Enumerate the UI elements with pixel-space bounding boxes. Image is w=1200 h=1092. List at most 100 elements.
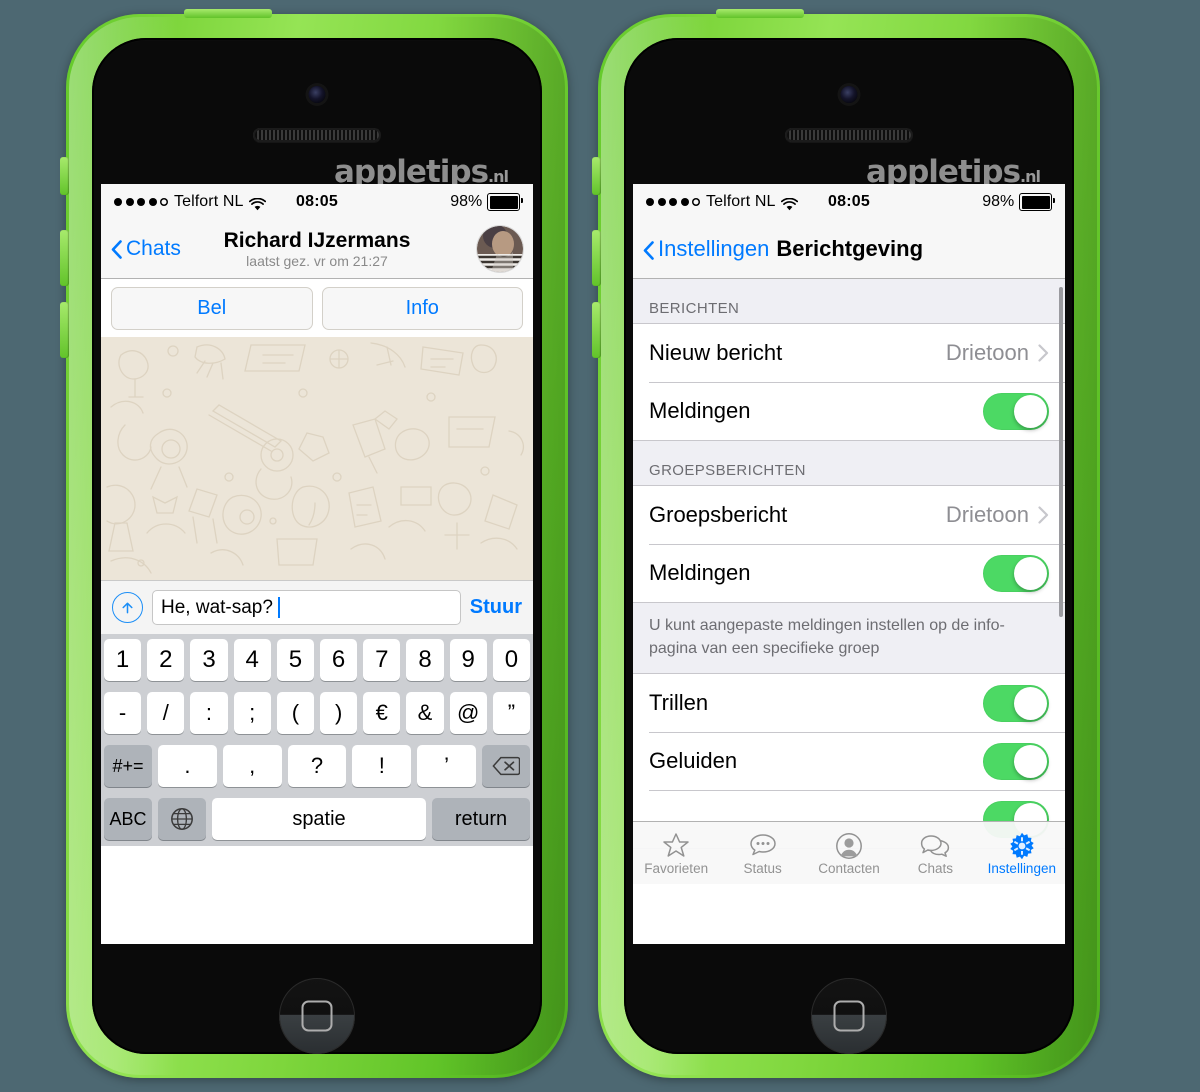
home-button-right[interactable]	[811, 978, 887, 1054]
iphone-left-chat: appletips.nl Telfort NL 08:05 98% Chats …	[60, 9, 568, 1078]
key-slash[interactable]: /	[147, 692, 185, 734]
mute-switch-right[interactable]	[592, 157, 601, 195]
front-camera-icon	[308, 86, 326, 103]
tab-favorieten[interactable]: Favorieten	[633, 831, 719, 876]
key-4[interactable]: 4	[233, 639, 271, 681]
key-1[interactable]: 1	[103, 639, 142, 681]
key-abc[interactable]: ABC	[104, 798, 152, 840]
clock-label: 08:05	[828, 193, 870, 210]
volume-down-button-right[interactable]	[592, 302, 601, 358]
key-0[interactable]: 0	[492, 639, 531, 681]
row-trillen[interactable]: Trillen	[633, 674, 1065, 732]
iphone-right-settings: appletips.nl Telfort NL 08:05 98% Instel…	[592, 9, 1100, 1078]
volume-up-button-left[interactable]	[60, 230, 69, 286]
phone-face-right: appletips.nl Telfort NL 08:05 98% Instel…	[624, 38, 1074, 1054]
row-meldingen-berichten[interactable]: Meldingen	[633, 382, 1065, 440]
key-semicolon[interactable]: ;	[233, 692, 271, 734]
chevron-right-icon	[1038, 344, 1049, 362]
key-return[interactable]: return	[432, 798, 530, 840]
row-nieuw-bericht[interactable]: Nieuw bericht Drietoon	[633, 324, 1065, 382]
info-button[interactable]: Info	[321, 287, 523, 330]
call-button[interactable]: Bel	[111, 287, 313, 330]
row-geluiden[interactable]: Geluiden	[633, 732, 1065, 790]
key-9[interactable]: 9	[449, 639, 487, 681]
toggle-meldingen-groepen[interactable]	[983, 554, 1049, 592]
carrier-label: Telfort NL	[174, 193, 244, 210]
power-button-left[interactable]	[184, 9, 272, 18]
chats-bubbles-icon	[892, 831, 978, 861]
key-space[interactable]: spatie	[212, 798, 426, 840]
tab-instellingen[interactable]: Instellingen	[979, 831, 1065, 876]
row-label: Meldingen	[649, 560, 751, 585]
back-to-settings-button[interactable]: Instellingen	[643, 236, 769, 262]
vertical-scrollbar[interactable]	[1059, 287, 1063, 617]
signal-strength-icon	[646, 198, 700, 206]
power-button-right[interactable]	[716, 9, 804, 18]
status-right-group: 98%	[450, 193, 523, 211]
chat-action-bar: Bel Info	[101, 279, 533, 337]
gear-icon	[979, 831, 1065, 861]
key-ampersand[interactable]: &	[406, 692, 444, 734]
message-input-bar: He, wat-sap? Stuur	[101, 580, 533, 634]
key-symbols-toggle[interactable]: #+=	[104, 745, 152, 787]
backspace-icon[interactable]	[481, 745, 530, 787]
section-berichten: Nieuw bericht Drietoon Meldingen	[633, 323, 1065, 441]
volume-up-button-right[interactable]	[592, 230, 601, 286]
signal-strength-icon	[114, 198, 168, 206]
key-exclamation[interactable]: !	[352, 745, 412, 787]
row-meldingen-groepen[interactable]: Meldingen	[633, 544, 1065, 602]
key-quote-double[interactable]: ”	[492, 692, 531, 734]
toggle-geluiden[interactable]	[983, 742, 1049, 780]
back-button-label: Instellingen	[658, 236, 770, 261]
message-input-value: He, wat-sap?	[161, 596, 273, 618]
tab-status[interactable]: Status	[719, 831, 805, 876]
status-right-group: 98%	[982, 193, 1055, 211]
arrow-up-circle-icon[interactable]	[112, 592, 143, 623]
section-groepsberichten: Groepsbericht Drietoon Meldingen	[633, 485, 1065, 603]
key-period[interactable]: .	[158, 745, 217, 787]
tab-contacten[interactable]: Contacten	[806, 831, 892, 876]
key-paren-close[interactable]: )	[320, 692, 358, 734]
phone-face-left: appletips.nl Telfort NL 08:05 98% Chats …	[92, 38, 542, 1054]
key-colon[interactable]: :	[190, 692, 228, 734]
mute-switch-left[interactable]	[60, 157, 69, 195]
key-euro[interactable]: €	[363, 692, 401, 734]
message-input[interactable]: He, wat-sap?	[152, 590, 461, 625]
key-hyphen[interactable]: -	[103, 692, 142, 734]
toggle-meldingen-berichten[interactable]	[983, 392, 1049, 430]
wifi-icon	[781, 196, 799, 210]
row-label: Nieuw bericht	[649, 340, 783, 365]
key-8[interactable]: 8	[406, 639, 444, 681]
key-paren-open[interactable]: (	[276, 692, 314, 734]
key-5[interactable]: 5	[276, 639, 314, 681]
status-left-group: Telfort NL	[114, 193, 267, 211]
home-button-left[interactable]	[279, 978, 355, 1054]
volume-down-button-left[interactable]	[60, 302, 69, 358]
key-3[interactable]: 3	[190, 639, 228, 681]
status-bubble-icon	[719, 831, 805, 861]
battery-icon	[1019, 193, 1055, 211]
status-left-group: Telfort NL	[646, 193, 799, 211]
battery-icon	[487, 193, 523, 211]
key-apostrophe[interactable]: ’	[417, 745, 476, 787]
back-to-chats-button[interactable]: Chats	[111, 237, 181, 261]
key-6[interactable]: 6	[320, 639, 358, 681]
key-question[interactable]: ?	[287, 745, 347, 787]
nav-bar-right: Instellingen Berichtgeving	[633, 220, 1065, 279]
settings-table[interactable]: BERICHTEN Nieuw bericht Drietoon Melding…	[633, 279, 1065, 884]
contact-avatar[interactable]	[477, 226, 523, 272]
key-comma[interactable]: ,	[222, 745, 282, 787]
key-2[interactable]: 2	[147, 639, 185, 681]
tab-chats[interactable]: Chats	[892, 831, 978, 876]
keyboard-row-bottom: ABC spatie return	[104, 798, 530, 840]
key-at[interactable]: @	[449, 692, 487, 734]
toggle-trillen[interactable]	[983, 684, 1049, 722]
row-label: Trillen	[649, 690, 709, 715]
send-button[interactable]: Stuur	[470, 596, 522, 619]
clock-label: 08:05	[296, 193, 338, 210]
nav-bar-left: Chats Richard IJzermans laatst gez. vr o…	[101, 220, 533, 279]
globe-icon[interactable]	[158, 798, 206, 840]
keyboard-row-punctuation: #+= . , ? ! ’	[104, 745, 530, 787]
key-7[interactable]: 7	[363, 639, 401, 681]
row-groepsbericht[interactable]: Groepsbericht Drietoon	[633, 486, 1065, 544]
